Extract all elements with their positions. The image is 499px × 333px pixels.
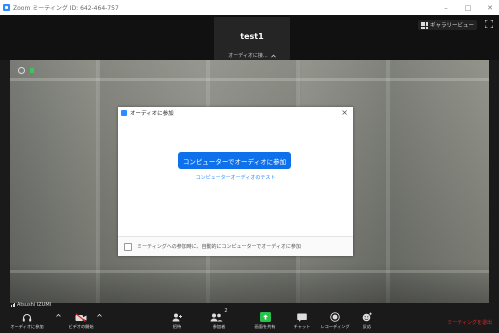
chat-icon [297,313,307,322]
share-screen-button[interactable]: 画面を共有 [251,308,279,333]
reactions-button[interactable]: 反応 [357,308,377,333]
invite-label: 招待 [172,324,182,329]
chat-label: チャット [293,324,311,329]
start-video-button[interactable]: ビデオの開始 [64,308,98,333]
background-desk [10,263,489,303]
participants-label: 参加者 [212,324,226,329]
auto-join-checkbox[interactable] [124,242,132,251]
participants-count: 2 [224,308,228,314]
dialog-title: オーディオに参加 [130,111,174,117]
record-label: レコーディング [320,324,350,329]
join-audio-button[interactable]: オーディオに参加 [10,308,44,333]
signal-bars-icon [11,303,15,307]
start-video-label: ビデオの開始 [68,324,94,329]
invite-button[interactable]: 招待 [166,308,188,333]
dialog-titlebar: オーディオに参加 [118,107,353,119]
join-audio-dialog: オーディオに参加 × コンピューターでオーディオに参加 コンピューターオーディオ… [118,107,353,256]
chat-button[interactable]: チャット [291,308,313,333]
join-computer-audio-button[interactable]: コンピューターでオーディオに参加 [178,152,291,169]
participant-audio-label: オーディオに接... [228,53,268,59]
participant-name: test1 [240,32,264,41]
zoom-app-icon [121,110,127,116]
background-bar [10,78,489,81]
video-off-icon [75,313,87,322]
gallery-grid-icon [420,21,428,29]
test-computer-audio-link[interactable]: コンピューターオーディオのテスト [118,174,353,181]
gallery-view-button[interactable]: ギャラリービュー [417,20,477,30]
join-audio-label: オーディオに参加 [10,324,44,329]
headphones-icon [22,314,32,322]
share-screen-label: 画面を共有 [254,324,276,329]
maximize-button[interactable]: □ [463,4,473,12]
window-controls: – □ ✕ [441,0,495,15]
participants-button[interactable]: 2 参加者 [206,308,232,333]
window-titlebar: Zoom ミーティング ID: 642-464-757 – □ ✕ [0,0,499,15]
leave-meeting-button[interactable]: ミーティングを退出 [447,319,492,326]
window-title: Zoom ミーティング ID: 642-464-757 [13,5,119,12]
minimize-button[interactable]: – [441,4,451,12]
dialog-close-button[interactable]: × [341,109,348,117]
reactions-icon [362,312,372,322]
participant-tile[interactable]: test1 オーディオに接... [214,17,290,60]
security-info-icon[interactable] [18,67,25,74]
record-icon [330,312,340,322]
audio-options-chevron-icon[interactable] [56,313,61,318]
chevron-up-icon[interactable] [270,54,276,58]
meeting-toolbar: オーディオに参加 ビデオの開始 招待 2 参加者 画面を共有 チャット レコーデ… [0,308,499,333]
video-options-chevron-icon[interactable] [97,313,102,318]
share-screen-icon [259,312,271,322]
dialog-footer: ミーティングへの参加時に、自動的にコンピューターでオーディオに参加 [118,236,353,256]
fullscreen-icon[interactable] [485,20,493,28]
participant-audio-status: オーディオに接... [216,51,288,60]
close-window-button[interactable]: ✕ [485,4,495,12]
record-button[interactable]: レコーディング [320,308,350,333]
connection-status-icon[interactable] [30,68,34,73]
add-user-icon [172,313,182,322]
reactions-label: 反応 [362,324,372,329]
gallery-view-label: ギャラリービュー [429,23,474,29]
auto-join-checkbox-label[interactable]: ミーティングへの参加時に、自動的にコンピューターでオーディオに参加 [137,243,301,250]
participants-icon [210,313,223,322]
zoom-app-icon [3,4,10,11]
